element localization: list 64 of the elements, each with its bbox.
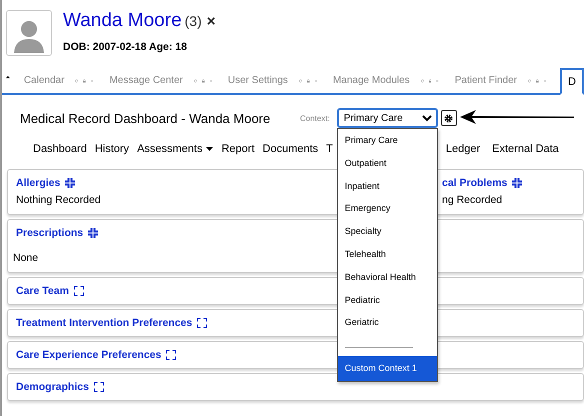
tab[interactable]: User Settings	[222, 75, 294, 86]
section-title[interactable]: Demographics	[16, 381, 89, 393]
lock-icon[interactable]	[428, 76, 432, 84]
refresh-icon[interactable]	[528, 76, 532, 84]
expand-icon[interactable]	[166, 350, 176, 360]
menu-option[interactable]: Specialty	[338, 220, 437, 243]
avatar-icon	[6, 10, 52, 56]
refresh-icon[interactable]	[420, 76, 424, 84]
context-select[interactable]: Primary Care	[336, 108, 438, 128]
nav-link[interactable]: External Data	[492, 143, 559, 155]
refresh-icon[interactable]	[194, 76, 197, 84]
dashboard-title: Medical Record Dashboard - Wanda Moore	[20, 110, 272, 126]
section-title[interactable]: Care Team	[16, 285, 69, 297]
collapse-icon[interactable]	[512, 178, 522, 188]
patient-dob: DOB: 2007-02-18 Age: 18	[63, 41, 188, 53]
menu-option[interactable]: Geriatric	[338, 311, 437, 334]
menu-option[interactable]: Primary Care	[338, 129, 437, 152]
menu-option[interactable]: Outpatient	[338, 152, 437, 175]
menu-option[interactable]: Emergency	[338, 197, 437, 220]
nav-link[interactable]: Report	[221, 143, 255, 155]
nav-menu[interactable]: Assessments	[137, 143, 214, 155]
menu-option[interactable]: Inpatient	[338, 174, 437, 198]
chevron-icon	[422, 114, 432, 122]
refresh-icon[interactable]	[75, 76, 78, 84]
section-text: ng Recorded	[442, 194, 502, 206]
patient-count: (3)	[184, 13, 202, 29]
menu-option[interactable]: Custom Context 1	[338, 356, 437, 382]
section-title[interactable]: Prescriptions	[16, 227, 84, 239]
lock-icon[interactable]	[306, 76, 310, 84]
expand-icon[interactable]	[94, 382, 104, 392]
section-text: Nothing Recorded	[15, 194, 101, 206]
tab[interactable]: Patient Finder	[448, 75, 523, 86]
refresh-icon[interactable]	[298, 76, 302, 84]
patient-name[interactable]: Wanda Moore	[63, 10, 182, 32]
gear-icon	[444, 114, 454, 122]
expand-icon[interactable]	[197, 318, 208, 328]
collapse-icon[interactable]	[88, 228, 98, 238]
expand-icon[interactable]	[74, 286, 84, 296]
section-title[interactable]: cal Problems	[442, 177, 508, 189]
lock-icon[interactable]	[536, 76, 539, 84]
menu-option[interactable]: Pediatric	[338, 288, 437, 312]
caret-icon[interactable]	[6, 74, 10, 80]
nav-link[interactable]: Documents	[262, 143, 318, 155]
tab[interactable]: D	[560, 68, 584, 95]
nav-link[interactable]: Dashboard	[33, 143, 87, 155]
menu-option[interactable]: Telehealth	[338, 242, 437, 266]
tab[interactable]: Calendar	[18, 75, 70, 86]
settings-button[interactable]	[440, 110, 457, 126]
section-title[interactable]: Care Experience Preferences	[16, 349, 162, 361]
context-label: Context:	[300, 114, 330, 122]
menu-option[interactable]: Behavioral Health	[338, 266, 437, 289]
lock-icon[interactable]	[202, 76, 205, 84]
caret-icon	[206, 147, 214, 151]
nav-link[interactable]: Ledger	[446, 143, 480, 155]
nav-link[interactable]: T	[326, 143, 333, 155]
tab[interactable]: Message Center	[103, 75, 189, 86]
section-title[interactable]: Treatment Intervention Preferences	[16, 317, 192, 329]
collapse-icon[interactable]	[65, 178, 76, 188]
close-icon[interactable]: ×	[206, 13, 216, 30]
tab[interactable]: Manage Modules	[326, 75, 416, 86]
section-text: None	[12, 252, 38, 264]
section-title[interactable]: Allergies	[16, 177, 60, 189]
lock-icon[interactable]	[83, 76, 86, 84]
nav-link[interactable]: History	[94, 143, 130, 155]
